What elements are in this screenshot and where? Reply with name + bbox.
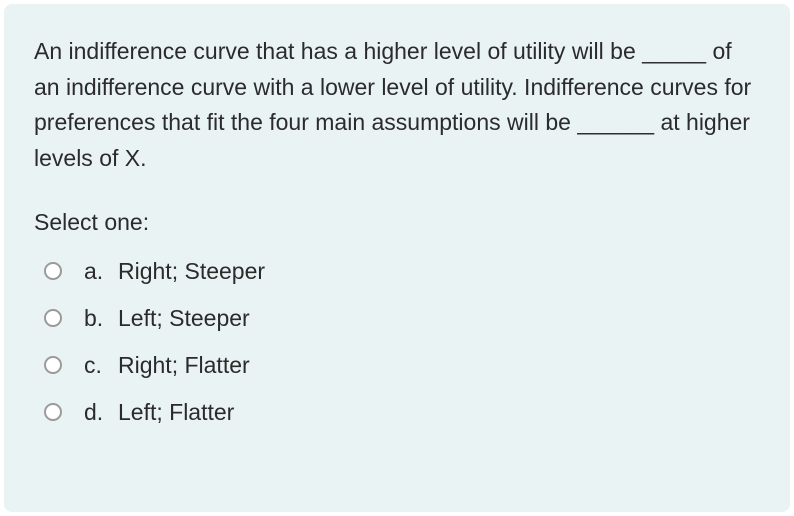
option-a-radio[interactable] [44, 262, 62, 280]
option-letter: b. [84, 305, 118, 332]
option-letter: c. [84, 352, 118, 379]
option-text: Right; Steeper [118, 258, 760, 285]
option-c-radio[interactable] [44, 356, 62, 374]
option-text: Right; Flatter [118, 352, 760, 379]
option-b: b. Left; Steeper [44, 305, 760, 332]
select-one-prompt: Select one: [34, 209, 760, 236]
option-d: d. Left; Flatter [44, 399, 760, 426]
option-a: a. Right; Steeper [44, 258, 760, 285]
option-c: c. Right; Flatter [44, 352, 760, 379]
question-text: An indifference curve that has a higher … [34, 34, 760, 177]
option-letter: a. [84, 258, 118, 285]
option-text: Left; Steeper [118, 305, 760, 332]
question-card: An indifference curve that has a higher … [4, 4, 790, 512]
option-letter: d. [84, 399, 118, 426]
option-text: Left; Flatter [118, 399, 760, 426]
options-list: a. Right; Steeper b. Left; Steeper c. Ri… [34, 258, 760, 426]
option-b-radio[interactable] [44, 309, 62, 327]
option-d-radio[interactable] [44, 403, 62, 421]
